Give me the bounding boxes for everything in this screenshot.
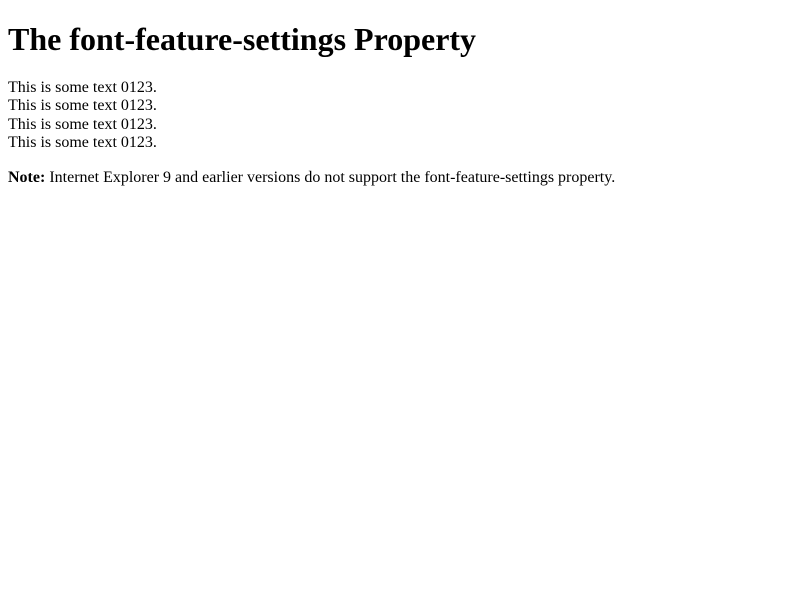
sample-text-line: This is some text 0123. <box>8 116 792 134</box>
note-paragraph: Note: Internet Explorer 9 and earlier ve… <box>8 169 792 187</box>
sample-text-line: This is some text 0123. <box>8 79 792 97</box>
sample-text-line: This is some text 0123. <box>8 134 792 152</box>
note-text: Internet Explorer 9 and earlier versions… <box>45 169 615 186</box>
note-label: Note: <box>8 169 45 186</box>
page-title: The font-feature-settings Property <box>8 21 792 58</box>
sample-text-line: This is some text 0123. <box>8 97 792 115</box>
